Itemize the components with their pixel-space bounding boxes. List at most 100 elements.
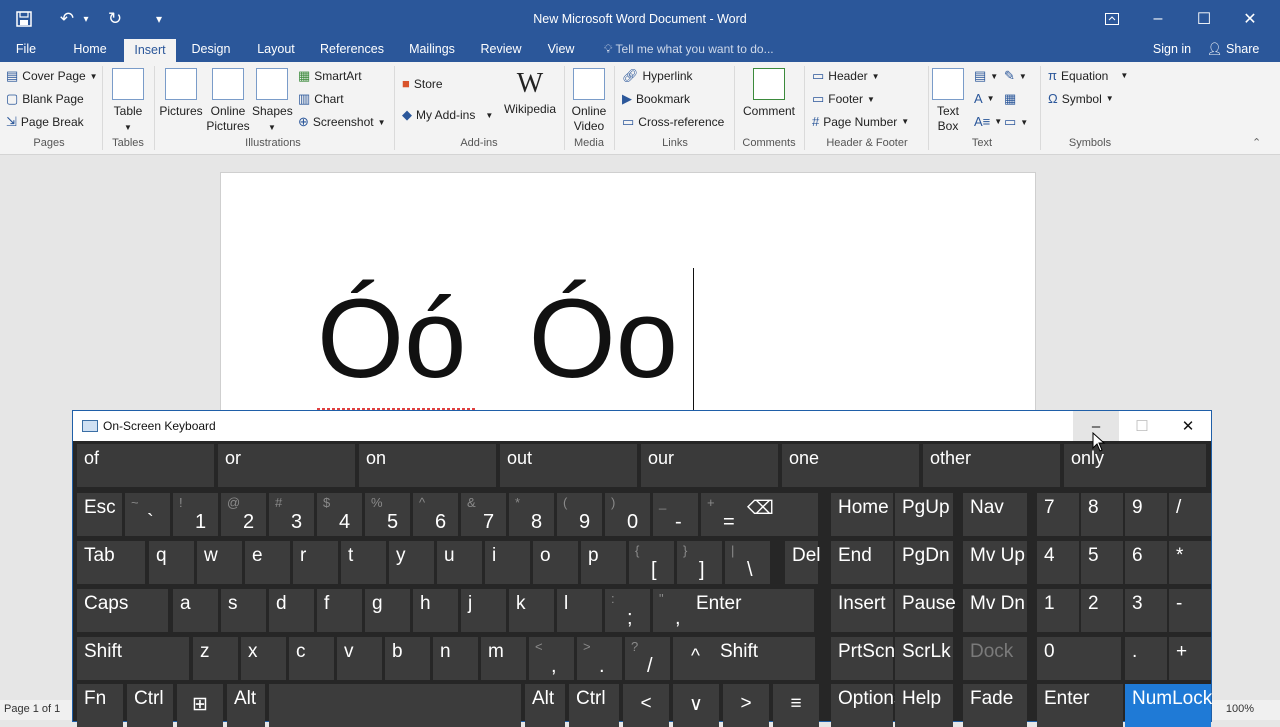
osk-key-6[interactable]: ^ 6 — [413, 493, 458, 536]
tab-file[interactable]: File — [6, 38, 46, 62]
osk-key-4[interactable]: 4 — [1037, 541, 1079, 584]
osk-key-5[interactable]: % 5 — [365, 493, 410, 536]
store-button[interactable]: ■ Store — [402, 76, 443, 91]
osk-key--[interactable]: . — [1125, 637, 1167, 680]
bookmark-button[interactable]: ▶ Bookmark — [622, 91, 690, 107]
osk-key-shift[interactable]: Shift — [77, 637, 189, 680]
osk-key-insert[interactable]: Insert — [831, 589, 893, 632]
smartart-button[interactable]: ▦ SmartArt — [298, 68, 362, 84]
quick-parts-icon[interactable]: ▤ ▼ — [974, 68, 998, 84]
osk-key-h[interactable]: h — [413, 589, 458, 632]
osk-key--[interactable]: | \ — [725, 541, 770, 584]
osk-key--[interactable]: {[ — [629, 541, 674, 584]
osk-key-x[interactable]: x — [241, 637, 286, 680]
osk-key--[interactable]: ? / — [625, 637, 670, 680]
osk-key-z[interactable]: z — [193, 637, 238, 680]
osk-key-9[interactable]: 9 — [1125, 493, 1167, 536]
osk-key-s[interactable]: s — [221, 589, 266, 632]
osk-key-dock[interactable]: Dock — [963, 637, 1027, 680]
drop-cap-icon[interactable]: A≡ ▼ — [974, 114, 1002, 129]
osk-key--[interactable]: ~ ` — [125, 493, 170, 536]
osk-key-9[interactable]: (9 — [557, 493, 602, 536]
osk-key-caps[interactable]: Caps — [77, 589, 168, 632]
cross-reference-button[interactable]: ▭ Cross-reference — [622, 114, 724, 130]
osk-key-f[interactable]: f — [317, 589, 362, 632]
osk-key-0[interactable]: 0 — [1037, 637, 1121, 680]
online-video-button[interactable]: Online Video — [568, 68, 610, 134]
osk-key-pause[interactable]: Pause — [895, 589, 956, 632]
word-prediction[interactable]: other — [923, 444, 1060, 487]
osk-key-e[interactable]: e — [245, 541, 290, 584]
comment-button[interactable]: Comment — [738, 68, 800, 119]
osk-key-o[interactable]: o — [533, 541, 578, 584]
date-time-icon[interactable]: ▦ — [1004, 91, 1016, 107]
tab-layout[interactable]: Layout — [248, 38, 304, 62]
osk-key-prtscn[interactable]: PrtScn — [831, 637, 895, 680]
osk-key-del[interactable]: Del — [785, 541, 821, 584]
osk-key-2[interactable]: 2 — [1081, 589, 1123, 632]
page-break-button[interactable]: ⇲ Page Break — [6, 114, 84, 130]
osk-key--[interactable]: > — [723, 684, 769, 727]
maximize-button[interactable]: ☐ — [1181, 0, 1227, 38]
blank-page-button[interactable]: ▢ Blank Page — [6, 91, 84, 107]
osk-key-u[interactable]: u — [437, 541, 482, 584]
osk-key-3[interactable]: #3 — [269, 493, 314, 536]
equation-button[interactable]: π Equation ▼ — [1048, 68, 1128, 83]
pictures-button[interactable]: Pictures — [158, 68, 204, 119]
osk-key-g[interactable]: g — [365, 589, 410, 632]
osk-key-l[interactable]: l — [557, 589, 602, 632]
osk-key-esc[interactable]: Esc — [77, 493, 122, 536]
osk-key-t[interactable]: t — [341, 541, 386, 584]
osk-key--[interactable]: _ - — [653, 493, 698, 536]
cover-page-button[interactable]: ▤ Cover Page ▼ — [6, 68, 98, 84]
osk-key-n[interactable]: n — [433, 637, 478, 680]
ribbon-display-options-icon[interactable] — [1089, 0, 1135, 38]
osk-key-i[interactable]: i — [485, 541, 530, 584]
document-text[interactable]: Óó Óo — [317, 283, 678, 395]
symbol-button[interactable]: Ω Symbol ▼ — [1048, 91, 1114, 106]
osk-key-numlock[interactable]: NumLock — [1125, 684, 1212, 727]
osk-key-b[interactable]: b — [385, 637, 430, 680]
osk-key--[interactable]: <, — [529, 637, 574, 680]
osk-key-3[interactable]: 3 — [1125, 589, 1167, 632]
sign-in-link[interactable]: Sign in — [1146, 38, 1198, 62]
osk-key-pgup[interactable]: PgUp — [895, 493, 953, 536]
word-prediction[interactable]: or — [218, 444, 355, 487]
osk-key-d[interactable]: d — [269, 589, 314, 632]
osk-title-bar[interactable]: On-Screen Keyboard – ☐ ✕ — [73, 411, 1211, 441]
osk-key--[interactable]: ^ — [673, 637, 718, 680]
page-count[interactable]: Page 1 of 1 — [4, 703, 60, 715]
osk-key-1[interactable]: ! 1 — [173, 493, 218, 536]
osk-key--[interactable]: >. — [577, 637, 622, 680]
tab-insert[interactable]: Insert — [124, 39, 176, 63]
word-prediction[interactable]: our — [641, 444, 778, 487]
osk-key--[interactable]: * — [1169, 541, 1211, 584]
screenshot-button[interactable]: ⊕ Screenshot ▼ — [298, 114, 386, 130]
osk-key--[interactable]: ≡ — [773, 684, 819, 727]
osk-key-c[interactable]: c — [289, 637, 334, 680]
text-box-button[interactable]: Text Box — [930, 68, 966, 134]
tab-view[interactable]: View — [538, 38, 584, 62]
osk-key-5[interactable]: 5 — [1081, 541, 1123, 584]
osk-key-q[interactable]: q — [149, 541, 194, 584]
osk-key-options[interactable]: Options — [831, 684, 903, 727]
osk-maximize-button[interactable]: ☐ — [1119, 411, 1165, 441]
word-prediction[interactable]: on — [359, 444, 496, 487]
wikipedia-button[interactable]: W Wikipedia — [502, 68, 558, 117]
share-button[interactable]: 👤︎ Share — [1204, 38, 1262, 62]
osk-key--[interactable]: - — [1169, 589, 1211, 632]
osk-key-ctrl[interactable]: Ctrl — [127, 684, 173, 727]
table-button[interactable]: Table ▼ — [108, 68, 148, 135]
osk-key-alt[interactable]: Alt — [227, 684, 265, 727]
osk-key-help[interactable]: Help — [895, 684, 953, 727]
shapes-button[interactable]: Shapes ▼ — [252, 68, 293, 135]
word-prediction[interactable]: of — [77, 444, 214, 487]
collapse-ribbon-icon[interactable]: ⌃ — [1252, 136, 1261, 149]
tab-review[interactable]: Review — [474, 38, 528, 62]
osk-key-r[interactable]: r — [293, 541, 338, 584]
osk-key--[interactable]: + — [1169, 637, 1211, 680]
page-number-button[interactable]: # Page Number ▼ — [812, 114, 909, 129]
osk-key-8[interactable]: 8 — [1081, 493, 1123, 536]
osk-key-a[interactable]: a — [173, 589, 218, 632]
chart-button[interactable]: ▥ Chart — [298, 91, 344, 107]
